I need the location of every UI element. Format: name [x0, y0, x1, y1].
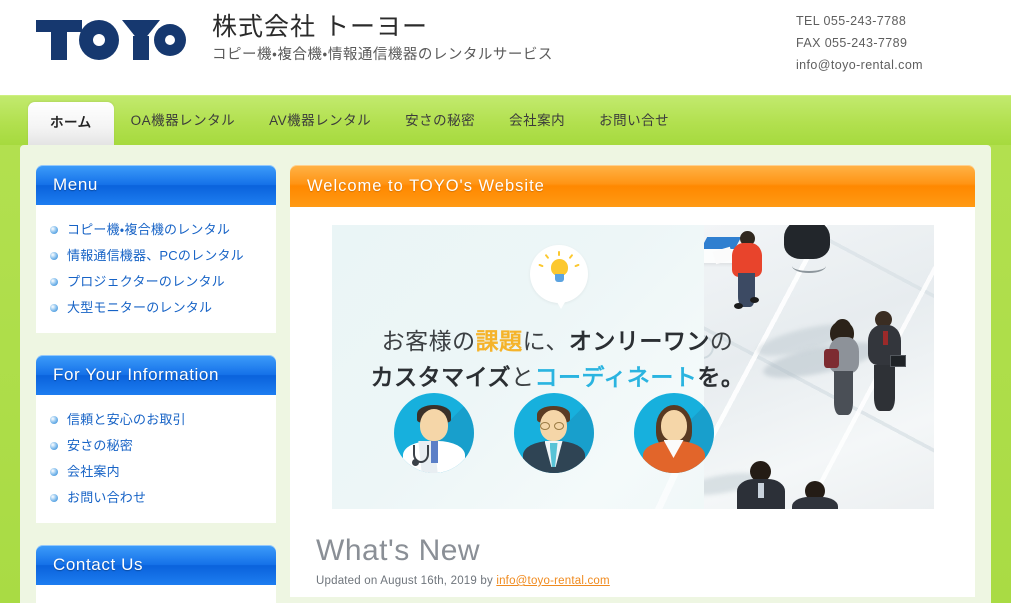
sidebar-information-header: For Your Information: [36, 355, 276, 395]
hero-text-2: に、: [522, 328, 569, 354]
hero-headline-line2: カスタマイズとコーディネートを。: [358, 359, 758, 395]
main-panel: お客様の課題に、オンリーワンの カスタマイズとコーディネートを。 What's …: [290, 207, 975, 597]
hero-cyan-coordinate: コーディネート: [534, 364, 698, 390]
bullet-icon: [50, 416, 58, 424]
sidebar: Menu コピー機・複合機のレンタル 情報通信機器、PCのレンタル プロジェクタ…: [36, 165, 276, 603]
whats-new-section: What's New Updated on August 16th, 2019 …: [312, 531, 953, 587]
lightbulb-icon: [548, 259, 570, 283]
sidebar-link-price-secret[interactable]: 安さの秘密: [67, 436, 133, 456]
sidebar-link-trust[interactable]: 信頼と安心のお取引: [67, 410, 186, 430]
site-header: 株式会社 トーヨー コピー機・複合機・情報通信機器のレンタルサービス TEL 0…: [0, 0, 1011, 95]
person-pair-with-tablet: [823, 311, 906, 427]
hero-bold-onlyone: オンリーワン: [568, 328, 710, 354]
sidebar-information-body: 信頼と安心のお取引 安さの秘密 会社案内 お問い合わせ: [36, 395, 276, 523]
company-tagline: コピー機・複合機・情報通信機器のレンタルサービス: [212, 47, 553, 63]
nav-item-contact[interactable]: お問い合せ: [582, 96, 686, 130]
nav-item-home[interactable]: ホーム: [28, 102, 114, 145]
whats-new-email-link[interactable]: info@toyo-rental.com: [496, 575, 609, 587]
sidebar-contact-company: 株式会社 トーヨー: [50, 599, 266, 603]
sidebar-menu-header: Menu: [36, 165, 276, 205]
nav-item-oa-rental[interactable]: OA機器レンタル: [114, 96, 253, 130]
welcome-banner: Welcome to TOYO's Website: [290, 165, 975, 207]
hero-text-5: を。: [697, 364, 745, 390]
company-name: 株式会社 トーヨー: [212, 13, 428, 41]
hero-headline: お客様の課題に、オンリーワンの カスタマイズとコーディネートを。: [358, 323, 758, 395]
sidebar-link-it-pc-rental[interactable]: 情報通信機器、PCのレンタル: [67, 246, 244, 266]
bullet-icon: [50, 442, 58, 450]
list-item[interactable]: コピー機・複合機のレンタル: [50, 217, 266, 243]
chair-base: [791, 259, 826, 273]
nav-item-company-info[interactable]: 会社案内: [492, 96, 582, 130]
speech-bubble-tail: [553, 297, 568, 309]
header-tel: TEL 055-243-7788: [796, 14, 907, 28]
sidebar-contact-header: Contact Us: [36, 545, 276, 585]
sidebar-menu-body: コピー機・複合機のレンタル 情報通信機器、PCのレンタル プロジェクターのレンタ…: [36, 205, 276, 333]
bullet-icon: [50, 226, 58, 234]
hero-highlight-kadai: 課題: [475, 328, 523, 354]
hero-headline-line1: お客様の課題に、オンリーワンの: [358, 323, 758, 359]
list-item[interactable]: 安さの秘密: [50, 433, 266, 459]
sidebar-contact-title: Contact Us: [53, 555, 144, 574]
list-item[interactable]: お問い合わせ: [50, 485, 266, 511]
list-item[interactable]: プロジェクターのレンタル: [50, 269, 266, 295]
nav-item-low-price-secret[interactable]: 安さの秘密: [388, 96, 492, 130]
person-bottom-left: [734, 461, 788, 509]
sidebar-link-inquiry[interactable]: お問い合わせ: [67, 488, 146, 508]
sidebar-panel-menu: Menu コピー機・複合機のレンタル 情報通信機器、PCのレンタル プロジェクタ…: [36, 165, 276, 333]
whats-new-title: What's New: [316, 534, 481, 567]
avatar-doctor: [393, 393, 474, 473]
hero-banner: お客様の課題に、オンリーワンの カスタマイズとコーディネートを。: [331, 225, 934, 509]
toyo-logo[interactable]: [36, 18, 186, 62]
bullet-icon: [50, 252, 58, 260]
header-contact-info: TEL 055-243-7788 FAX 055-243-7789 info@t…: [796, 10, 923, 76]
sidebar-panel-information: For Your Information 信頼と安心のお取引 安さの秘密 会社案…: [36, 355, 276, 523]
avatar-businessman: [513, 393, 594, 473]
sidebar-information-title: For Your Information: [53, 365, 220, 384]
list-item[interactable]: 信頼と安心のお取引: [50, 407, 266, 433]
content-shell: Menu コピー機・複合機のレンタル 情報通信機器、PCのレンタル プロジェクタ…: [20, 145, 991, 603]
office-chair: [783, 225, 830, 259]
list-item[interactable]: 大型モニターのレンタル: [50, 295, 266, 321]
avatar-businesswoman: [633, 393, 714, 473]
bullet-icon: [50, 494, 58, 502]
hero-avatar-group: [393, 393, 714, 473]
whats-new-updated-text: Updated on August 16th, 2019 by: [316, 575, 497, 587]
person-walking-red: [712, 231, 774, 309]
bullet-icon: [50, 468, 58, 476]
sidebar-panel-contact: Contact Us 株式会社 トーヨー 山梨県甲府市大里町3131-1 東工ビ…: [36, 545, 276, 603]
header-fax: FAX 055-243-7789: [796, 36, 908, 50]
header-email[interactable]: info@toyo-rental.com: [796, 54, 923, 76]
welcome-title: Welcome to TOYO's Website: [307, 176, 545, 195]
toyo-logo-icon: [36, 20, 186, 60]
hero-text-3: の: [709, 328, 734, 354]
bullet-icon: [50, 278, 58, 286]
hero-text-1: お客様の: [381, 328, 476, 354]
sidebar-link-large-monitor-rental[interactable]: 大型モニターのレンタル: [67, 298, 212, 318]
list-item[interactable]: 会社案内: [50, 459, 266, 485]
bullet-icon: [50, 304, 58, 312]
sidebar-link-company-info[interactable]: 会社案内: [67, 462, 120, 482]
sidebar-contact-body: 株式会社 トーヨー 山梨県甲府市大里町3131-1 東工ビル 2F: [36, 585, 276, 603]
main-content: Welcome to TOYO's Website お客様の課題に、オンリーワン…: [290, 165, 975, 603]
sidebar-link-copier-rental[interactable]: コピー機・複合機のレンタル: [67, 220, 230, 240]
whats-new-updated: Updated on August 16th, 2019 by info@toy…: [316, 575, 953, 587]
hero-bold-customize: カスタマイズ: [370, 364, 511, 390]
hero-text-4: と: [510, 364, 535, 390]
list-item[interactable]: 情報通信機器、PCのレンタル: [50, 243, 266, 269]
sidebar-menu-title: Menu: [53, 175, 98, 194]
person-bottom-right: [790, 481, 842, 509]
brand-block: 株式会社 トーヨー コピー機・複合機・情報通信機器のレンタルサービス: [212, 10, 553, 66]
sidebar-link-projector-rental[interactable]: プロジェクターのレンタル: [67, 272, 225, 292]
nav-item-av-rental[interactable]: AV機器レンタル: [252, 96, 388, 130]
main-navigation: ホーム OA機器レンタル AV機器レンタル 安さの秘密 会社案内 お問い合せ: [0, 95, 1011, 145]
page-background: Menu コピー機・複合機のレンタル 情報通信機器、PCのレンタル プロジェクタ…: [0, 145, 1011, 603]
